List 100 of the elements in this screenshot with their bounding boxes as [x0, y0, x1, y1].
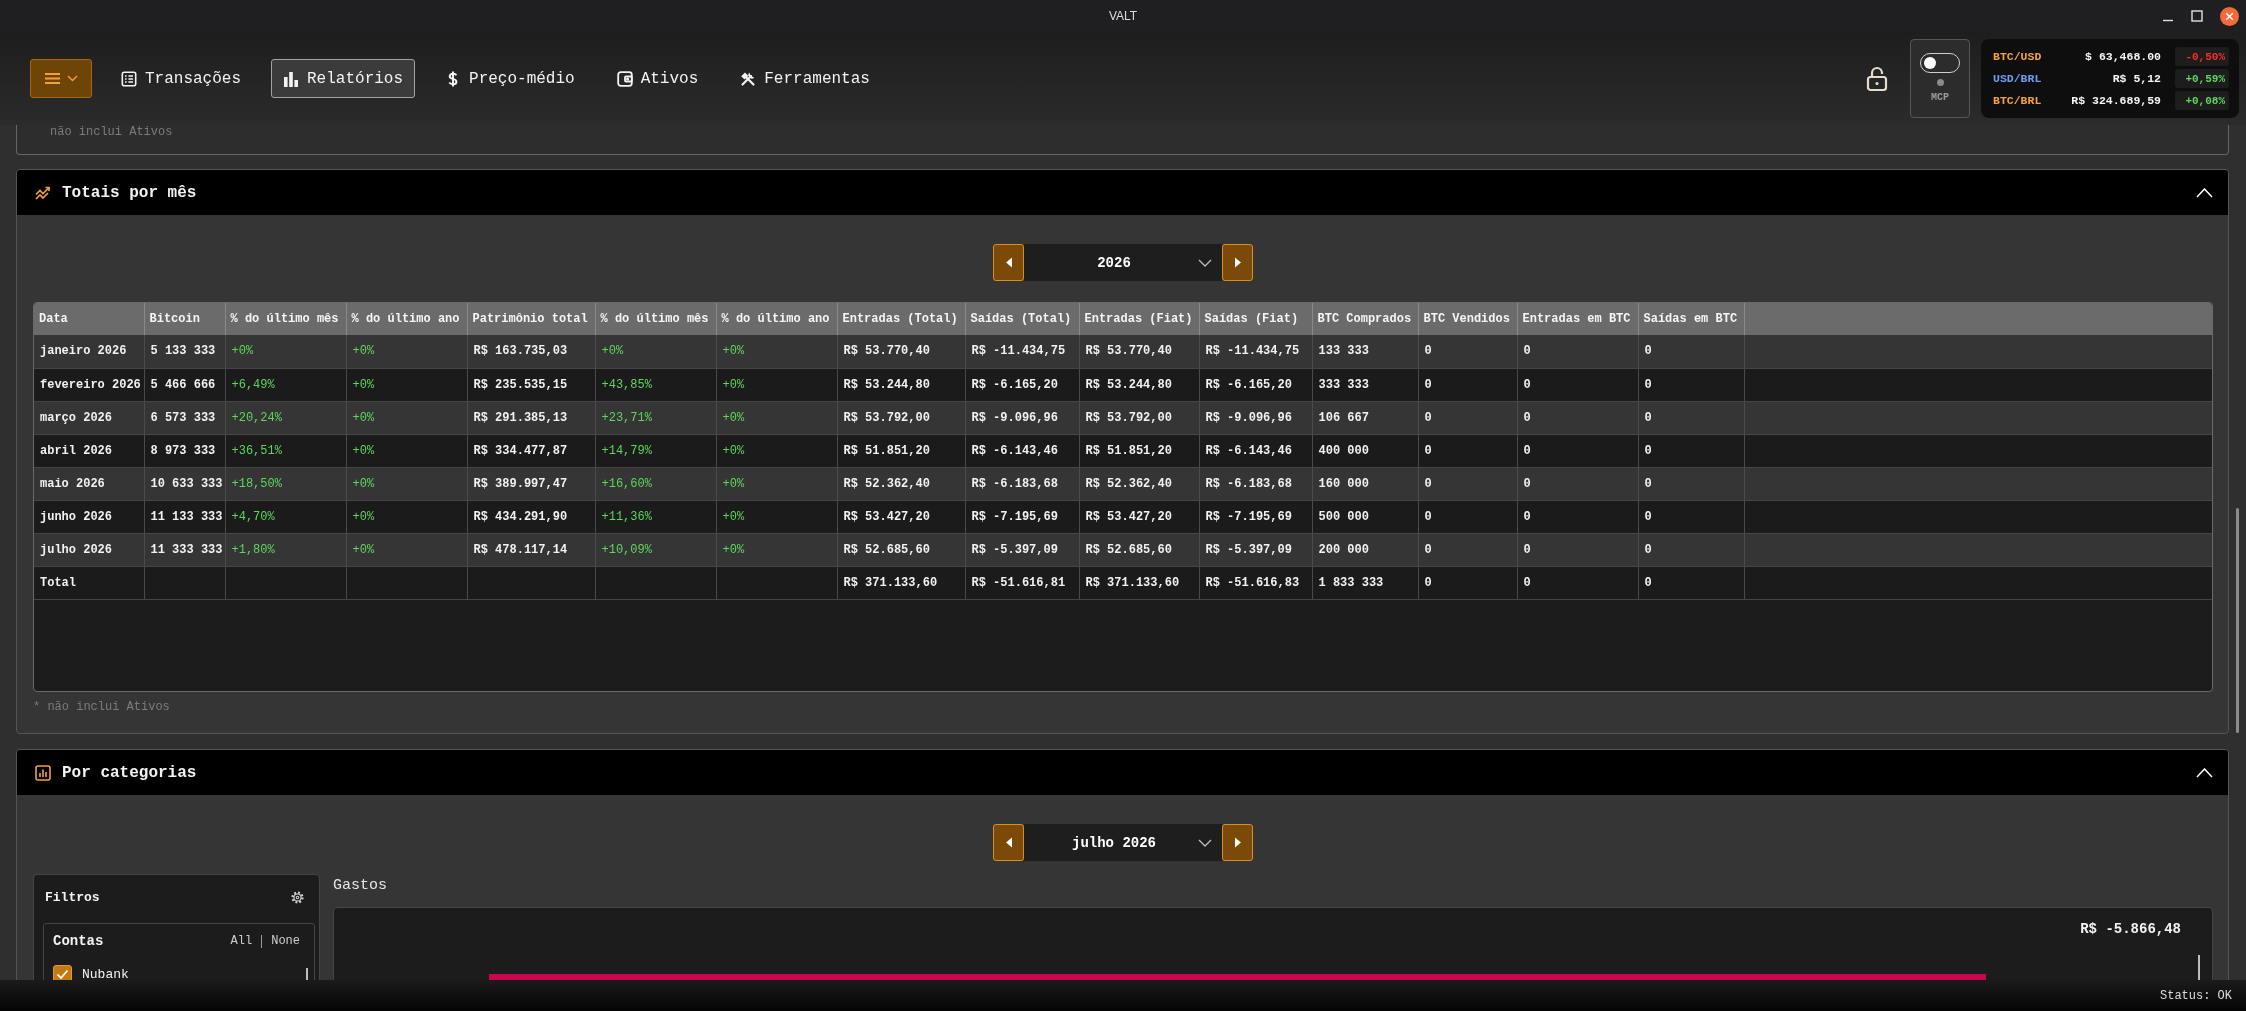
table-cell: R$ -6.143,46: [1199, 434, 1312, 467]
table-cell: R$ 52.362,40: [1079, 467, 1199, 500]
nav-tab[interactable]: Transações: [109, 59, 253, 98]
table-cell: R$ -51.616,83: [1199, 566, 1312, 599]
table-cell: 0: [1638, 566, 1744, 599]
table-cell: +4,70%: [225, 500, 346, 533]
table-cell: 0: [1638, 500, 1744, 533]
table-cell: +6,49%: [225, 368, 346, 401]
select-all-link[interactable]: All: [230, 934, 253, 948]
table-cell: R$ -6.143,46: [965, 434, 1079, 467]
table-cell: 8 973 333: [144, 434, 225, 467]
table-cell: +0%: [595, 335, 716, 368]
table-cell: 0: [1517, 335, 1638, 368]
table-cell: R$ 334.477,87: [467, 434, 595, 467]
table-cell: +0%: [346, 434, 467, 467]
table-cell: +0%: [716, 335, 837, 368]
previous-button[interactable]: [993, 244, 1024, 281]
table-cell: +0%: [346, 533, 467, 566]
table-cell: +23,71%: [595, 401, 716, 434]
table-cell: R$ 389.997,47: [467, 467, 595, 500]
column-header: % do último mês: [225, 303, 346, 335]
column-header: % do último mês: [595, 303, 716, 335]
next-button[interactable]: [1222, 824, 1253, 861]
table-cell: +10,09%: [595, 533, 716, 566]
column-header: Data: [34, 303, 144, 335]
table-cell: R$ 52.362,40: [837, 467, 965, 500]
table-cell: 0: [1418, 401, 1517, 434]
currency-pair: BTC/BRL: [1993, 94, 2042, 107]
nav-tab[interactable]: Ferramentas: [728, 59, 882, 98]
previous-button[interactable]: [993, 824, 1024, 861]
menu-button[interactable]: [30, 59, 92, 98]
table-cell: fevereiro 2026: [34, 368, 144, 401]
table-cell: R$ -11.434,75: [965, 335, 1079, 368]
nav-tab[interactable]: Ativos: [604, 59, 711, 98]
column-header: BTC Comprados: [1312, 303, 1418, 335]
table-cell: R$ 52.685,60: [837, 533, 965, 566]
close-icon[interactable]: [2220, 6, 2239, 26]
maximize-icon[interactable]: [2191, 10, 2203, 22]
table-cell: 106 667: [1312, 401, 1418, 434]
table-cell: 0: [1638, 335, 1744, 368]
section-header[interactable]: Totais por mês: [17, 170, 2228, 215]
section-title: Totais por mês: [62, 183, 198, 202]
table-cell: +43,85%: [595, 368, 716, 401]
table-cell: R$ 371.133,60: [1079, 566, 1199, 599]
table-cell: 0: [1418, 335, 1517, 368]
table-cell: R$ -11.434,75: [1199, 335, 1312, 368]
value-label: R$ -5.866,48: [2080, 922, 2181, 936]
nav-tab[interactable]: Relatórios: [271, 59, 416, 98]
scrollbar-thumb[interactable]: [306, 968, 308, 980]
table-cell: março 2026: [34, 401, 144, 434]
list-icon: [121, 70, 137, 87]
table-cell: +0%: [716, 500, 837, 533]
column-header: % do último ano: [716, 303, 837, 335]
column-header: Bitcoin: [144, 303, 225, 335]
chevron-up-icon[interactable]: [2196, 767, 2213, 778]
table-cell: 133 333: [1312, 335, 1418, 368]
unlocked-padlock-icon[interactable]: [1866, 65, 1888, 92]
chevron-down-icon: [1198, 838, 1212, 847]
nav-tab[interactable]: Preço-médio: [433, 59, 587, 98]
caret-left-icon: [1004, 837, 1013, 848]
change-badge: +0,08%: [2175, 91, 2229, 110]
settings-icon[interactable]: [291, 890, 304, 904]
table-cell: R$ -6.183,68: [1199, 467, 1312, 500]
table-cell: R$ 434.291,90: [467, 500, 595, 533]
table-cell: R$ 53.770,40: [1079, 335, 1199, 368]
table-cell: R$ -7.195,69: [965, 500, 1079, 533]
month-dropdown[interactable]: julho 2026: [1024, 824, 1222, 861]
table-cell: +14,79%: [595, 434, 716, 467]
chevron-up-icon[interactable]: [2196, 187, 2213, 198]
table-cell: 0: [1418, 368, 1517, 401]
table-cell: 0: [1418, 434, 1517, 467]
section-header[interactable]: Por categorias: [17, 750, 2228, 795]
table-cell: 0: [1517, 368, 1638, 401]
table-cell: R$ 51.851,20: [837, 434, 965, 467]
table-cell: R$ 53.792,00: [1079, 401, 1199, 434]
currency-pair: BTC/USD: [1993, 50, 2042, 63]
table-cell: +11,36%: [595, 500, 716, 533]
checkbox[interactable]: [53, 964, 72, 980]
scrollbar-thumb[interactable]: [2236, 508, 2239, 733]
next-button[interactable]: [1222, 244, 1253, 281]
price-value: R$ 5,12: [2111, 72, 2161, 85]
table-cell: 200 000: [1312, 533, 1418, 566]
chart-title: Gastos: [333, 877, 388, 895]
tools-icon: [740, 70, 757, 87]
table-cell: R$ 53.244,80: [1079, 368, 1199, 401]
column-header: Saídas (Fiat): [1199, 303, 1312, 335]
table-cell: 5 133 333: [144, 335, 225, 368]
table-cell: R$ 371.133,60: [837, 566, 965, 599]
change-badge: -0,50%: [2175, 47, 2229, 66]
table-cell: +0%: [716, 401, 837, 434]
table-cell: 0: [1638, 467, 1744, 500]
table-cell: 1 833 333: [1312, 566, 1418, 599]
table-cell: R$ 53.792,00: [837, 401, 965, 434]
year-dropdown[interactable]: 2026: [1024, 244, 1222, 281]
wallet-icon: [616, 70, 633, 87]
select-none-link[interactable]: None: [271, 934, 300, 948]
table-cell: R$ -6.183,68: [965, 467, 1079, 500]
table-cell: R$ 53.244,80: [837, 368, 965, 401]
bar-chart-icon: [35, 764, 51, 781]
table-cell: +0%: [716, 434, 837, 467]
